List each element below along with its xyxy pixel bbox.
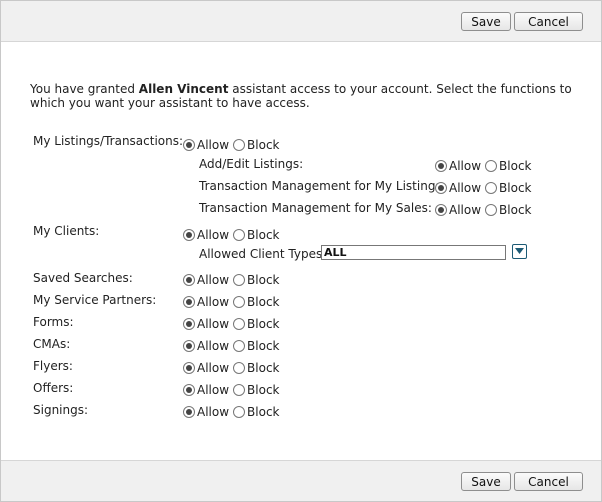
cancel-button[interactable]: Cancel bbox=[514, 472, 583, 491]
signings-label: Signings: bbox=[33, 403, 89, 417]
client-types-field[interactable]: ALL bbox=[321, 245, 506, 260]
flyers-radio-group: Allow Block bbox=[183, 361, 284, 375]
bottom-toolbar: Save Cancel bbox=[1, 460, 601, 501]
tm-sales-radio-group: Allow Block bbox=[435, 203, 536, 217]
clients-allow-radio[interactable] bbox=[183, 229, 195, 241]
chevron-down-icon bbox=[515, 248, 524, 254]
forms-label: Forms: bbox=[33, 315, 74, 329]
flyers-block-radio[interactable] bbox=[233, 362, 246, 374]
saved-searches-block-radio[interactable] bbox=[233, 274, 246, 286]
tm-listings-radio-group: Allow Block bbox=[435, 181, 536, 195]
signings-radio-group: Allow Block bbox=[183, 405, 284, 419]
assistant-name: Allen Vincent bbox=[138, 82, 229, 96]
cancel-button[interactable]: Cancel bbox=[514, 12, 583, 31]
cmas-block-radio[interactable] bbox=[233, 340, 246, 352]
clients-block-radio[interactable] bbox=[233, 229, 246, 241]
allow-label: Allow bbox=[197, 405, 230, 419]
assistant-access-dialog: Save Cancel You have granted Allen Vince… bbox=[0, 0, 602, 502]
tm-sales-allow-radio[interactable] bbox=[435, 204, 447, 216]
block-label: Block bbox=[247, 317, 280, 331]
block-label: Block bbox=[247, 228, 280, 242]
client-types-label: Allowed Client Types: bbox=[199, 247, 327, 261]
offers-block-radio[interactable] bbox=[233, 384, 246, 396]
allow-label: Allow bbox=[449, 181, 482, 195]
allow-label: Allow bbox=[197, 361, 230, 375]
forms-block-radio[interactable] bbox=[233, 318, 246, 330]
client-types-dropdown-button[interactable] bbox=[512, 244, 527, 259]
block-label: Block bbox=[499, 203, 532, 217]
listings-block-radio[interactable] bbox=[233, 139, 246, 151]
service-partners-label: My Service Partners: bbox=[33, 293, 157, 307]
listings-radio-group: Allow Block bbox=[183, 138, 284, 152]
save-button[interactable]: Save bbox=[461, 472, 511, 491]
tm-listings-label: Transaction Management for My Listings: bbox=[199, 179, 446, 193]
offers-label: Offers: bbox=[33, 381, 74, 395]
add-edit-label: Add/Edit Listings: bbox=[199, 157, 304, 171]
forms-radio-group: Allow Block bbox=[183, 317, 284, 331]
allow-label: Allow bbox=[197, 317, 230, 331]
top-toolbar: Save Cancel bbox=[1, 1, 601, 42]
allow-label: Allow bbox=[197, 383, 230, 397]
allow-label: Allow bbox=[197, 228, 230, 242]
forms-allow-radio[interactable] bbox=[183, 318, 195, 330]
add-edit-radio-group: Allow Block bbox=[435, 159, 536, 173]
service-partners-block-radio[interactable] bbox=[233, 296, 246, 308]
listings-label: My Listings/Transactions: bbox=[33, 134, 184, 148]
block-label: Block bbox=[247, 138, 280, 152]
saved-searches-allow-radio[interactable] bbox=[183, 274, 195, 286]
block-label: Block bbox=[499, 181, 532, 195]
flyers-label: Flyers: bbox=[33, 359, 73, 373]
block-label: Block bbox=[247, 383, 280, 397]
cmas-allow-radio[interactable] bbox=[183, 340, 195, 352]
block-label: Block bbox=[247, 405, 280, 419]
block-label: Block bbox=[499, 159, 532, 173]
block-label: Block bbox=[247, 339, 280, 353]
cmas-radio-group: Allow Block bbox=[183, 339, 284, 353]
intro-text: You have granted Allen Vincent assistant… bbox=[30, 82, 585, 110]
intro-prefix: You have granted bbox=[30, 82, 139, 96]
offers-allow-radio[interactable] bbox=[183, 384, 195, 396]
flyers-allow-radio[interactable] bbox=[183, 362, 195, 374]
tm-listings-allow-radio[interactable] bbox=[435, 182, 447, 194]
offers-radio-group: Allow Block bbox=[183, 383, 284, 397]
allow-label: Allow bbox=[197, 295, 230, 309]
allow-label: Allow bbox=[197, 138, 230, 152]
block-label: Block bbox=[247, 295, 280, 309]
add-edit-block-radio[interactable] bbox=[485, 160, 498, 172]
allow-label: Allow bbox=[197, 273, 230, 287]
tm-sales-label: Transaction Management for My Sales: bbox=[199, 201, 432, 215]
signings-allow-radio[interactable] bbox=[183, 406, 195, 418]
allow-label: Allow bbox=[449, 203, 482, 217]
signings-block-radio[interactable] bbox=[233, 406, 246, 418]
allow-label: Allow bbox=[197, 339, 230, 353]
clients-radio-group: Allow Block bbox=[183, 228, 284, 242]
block-label: Block bbox=[247, 273, 280, 287]
service-partners-allow-radio[interactable] bbox=[183, 296, 195, 308]
add-edit-allow-radio[interactable] bbox=[435, 160, 447, 172]
allow-label: Allow bbox=[449, 159, 482, 173]
saved-searches-label: Saved Searches: bbox=[33, 271, 133, 285]
tm-listings-block-radio[interactable] bbox=[485, 182, 498, 194]
service-partners-radio-group: Allow Block bbox=[183, 295, 284, 309]
block-label: Block bbox=[247, 361, 280, 375]
save-button[interactable]: Save bbox=[461, 12, 511, 31]
listings-allow-radio[interactable] bbox=[183, 139, 195, 151]
clients-label: My Clients: bbox=[33, 224, 100, 238]
tm-sales-block-radio[interactable] bbox=[485, 204, 498, 216]
saved-searches-radio-group: Allow Block bbox=[183, 273, 284, 287]
cmas-label: CMAs: bbox=[33, 337, 71, 351]
